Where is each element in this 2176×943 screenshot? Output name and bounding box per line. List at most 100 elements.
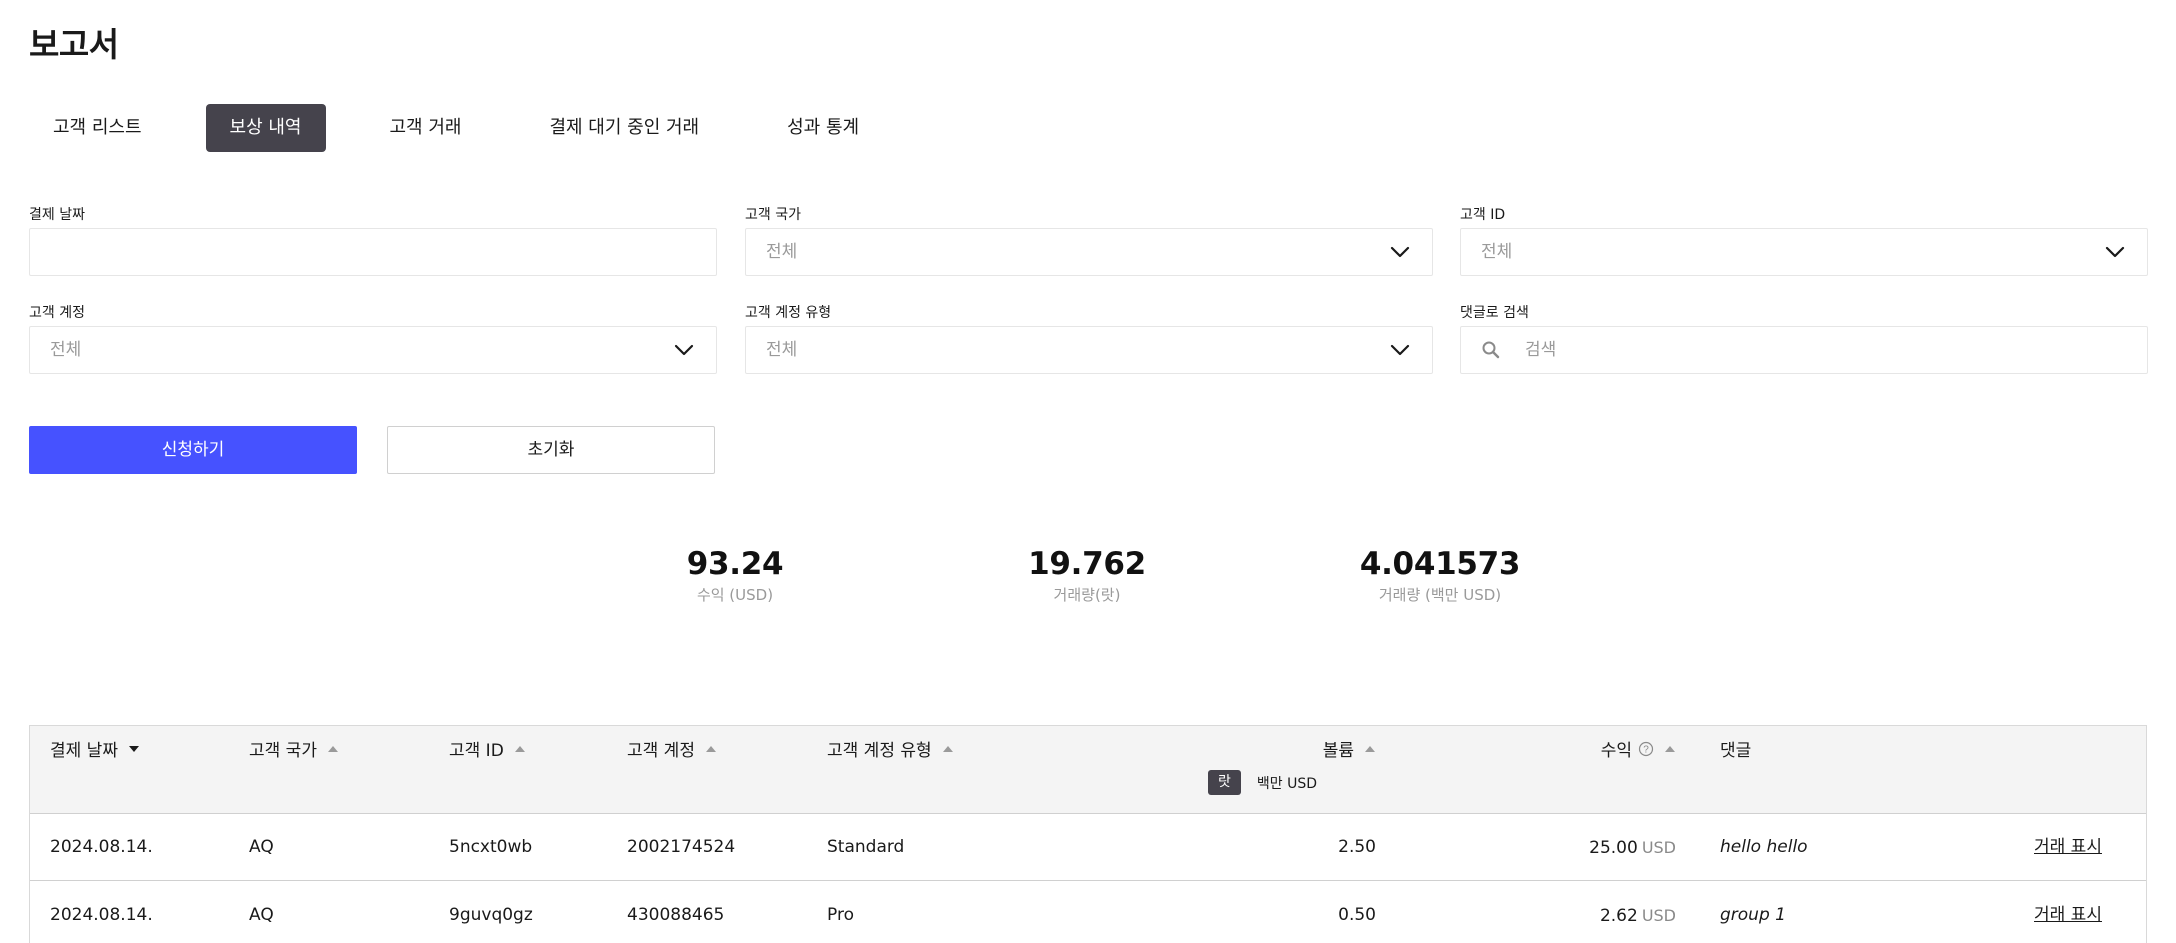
tab-client-trades[interactable]: 고객 거래 [366, 104, 486, 152]
stat-volume-lots-label: 거래량(랏) [1053, 586, 1121, 604]
cell-revenue-value: 2.62 [1599, 906, 1638, 926]
chevron-down-icon [2103, 229, 2127, 275]
comment-search-input[interactable]: 검색 [1460, 326, 2148, 374]
cell-account: 430088465 [627, 905, 725, 925]
search-icon [1481, 327, 1503, 373]
stat-volume-usd-label: 거래량 (백만 USD) [1378, 586, 1502, 604]
client-account-type-value: 전체 [766, 340, 798, 360]
stat-volume-lots: 19.762 거래량(랏) [987, 546, 1187, 605]
comment-search-label: 댓글로 검색 [1460, 305, 1529, 321]
column-header-date-label: 결제 날짜 [50, 741, 118, 761]
tab-reward-history[interactable]: 보상 내역 [205, 104, 326, 152]
column-header-client-id[interactable]: 고객 ID [449, 736, 526, 761]
settlement-date-label: 결제 날짜 [29, 207, 85, 223]
cell-country: AQ [249, 837, 274, 857]
client-account-value: 전체 [50, 340, 82, 360]
client-account-type-select[interactable]: 전체 [745, 326, 1433, 374]
stat-revenue: 93.24 수익 (USD) [635, 546, 835, 605]
client-country-label: 고객 국가 [745, 207, 801, 223]
cell-account: 2002174524 [627, 837, 736, 857]
cell-country: AQ [249, 905, 274, 925]
chevron-down-icon [672, 327, 696, 373]
unit-usd-button[interactable]: 백만 USD [1257, 773, 1317, 793]
show-trades-link[interactable]: 거래 표시 [2034, 814, 2102, 881]
tab-performance-stats[interactable]: 성과 통계 [763, 104, 883, 152]
stat-volume-usd-value: 4.041573 [1359, 546, 1521, 582]
stat-revenue-label: 수익 (USD) [696, 586, 774, 604]
sort-asc-icon [327, 745, 339, 753]
volume-unit-toggle: 랏 백만 USD [1208, 770, 1317, 795]
cell-revenue-currency: USD [1641, 838, 1676, 857]
cell-date: 2024.08.14. [50, 837, 153, 857]
column-header-client-id-label: 고객 ID [449, 741, 504, 761]
question-circle-icon[interactable]: ? [1638, 741, 1654, 757]
column-header-account-type[interactable]: 고객 계정 유형 [827, 736, 954, 761]
column-header-country[interactable]: 고객 국가 [249, 736, 339, 761]
column-header-account[interactable]: 고객 계정 [627, 736, 717, 761]
chevron-down-icon [1388, 229, 1412, 275]
client-country-value: 전체 [766, 242, 798, 262]
page-title: 보고서 [29, 25, 119, 64]
reward-history-table: 결제 날짜 고객 국가 고객 ID 고객 계정 고객 계정 유형 볼륨 랏 백만… [29, 725, 2147, 943]
column-header-volume-label: 볼륨 [1322, 741, 1354, 761]
client-account-type-label: 고객 계정 유형 [745, 305, 832, 321]
client-account-filter: 고객 계정 전체 [29, 302, 717, 376]
client-account-select[interactable]: 전체 [29, 326, 717, 374]
column-header-date[interactable]: 결제 날짜 [50, 736, 140, 761]
cell-revenue: 2.62 USD [1510, 882, 1676, 943]
sort-asc-icon [705, 745, 717, 753]
cell-account-type: Standard [827, 837, 905, 857]
cell-volume: 2.50 [1338, 837, 1376, 857]
column-header-comment: 댓글 [1720, 736, 1751, 761]
stat-volume-usd: 4.041573 거래량 (백만 USD) [1320, 546, 1560, 605]
column-header-revenue[interactable]: 수익 ? [1510, 736, 1676, 761]
reset-button[interactable]: 초기화 [387, 426, 715, 474]
cell-comment: hello hello [1720, 837, 1808, 857]
unit-lot-button[interactable]: 랏 [1208, 770, 1241, 795]
column-header-account-label: 고객 계정 [627, 741, 695, 761]
apply-button[interactable]: 신청하기 [29, 426, 357, 474]
client-id-select[interactable]: 전체 [1460, 228, 2148, 276]
sort-asc-icon [1664, 745, 1676, 753]
show-trades-link[interactable]: 거래 표시 [2034, 882, 2102, 943]
column-header-country-label: 고객 국가 [249, 741, 317, 761]
column-header-account-type-label: 고객 계정 유형 [827, 741, 932, 761]
reports-page: 보고서 고객 리스트 보상 내역 고객 거래 결제 대기 중인 거래 성과 통계… [0, 0, 2176, 943]
stat-revenue-value: 93.24 [686, 546, 784, 582]
chevron-down-icon [1388, 327, 1412, 373]
report-tabs: 고객 리스트 보상 내역 고객 거래 결제 대기 중인 거래 성과 통계 [29, 104, 923, 152]
client-id-label: 고객 ID [1460, 207, 1506, 223]
client-id-filter: 고객 ID 전체 [1460, 204, 2148, 278]
comment-search-filter: 댓글로 검색 검색 [1460, 302, 2148, 376]
cell-date: 2024.08.14. [50, 905, 153, 925]
tab-pending-trades[interactable]: 결제 대기 중인 거래 [525, 104, 723, 152]
client-country-filter: 고객 국가 전체 [745, 204, 1433, 278]
table-row: 2024.08.14. AQ 5ncxt0wb 2002174524 Stand… [30, 814, 2146, 881]
settlement-date-input[interactable] [29, 228, 717, 276]
stat-volume-lots-value: 19.762 [1028, 546, 1146, 582]
tab-client-list[interactable]: 고객 리스트 [29, 104, 166, 152]
comment-search-placeholder: 검색 [1525, 340, 1557, 360]
sort-asc-icon [942, 745, 954, 753]
cell-revenue-currency: USD [1641, 906, 1676, 925]
sort-asc-icon [514, 745, 526, 753]
cell-account-type: Pro [827, 905, 854, 925]
client-country-select[interactable]: 전체 [745, 228, 1433, 276]
table-row: 2024.08.14. AQ 9guvq0gz 430088465 Pro 0.… [30, 882, 2146, 943]
column-header-comment-label: 댓글 [1720, 741, 1752, 761]
cell-revenue: 25.00 USD [1510, 814, 1676, 882]
client-account-type-filter: 고객 계정 유형 전체 [745, 302, 1433, 376]
cell-volume: 0.50 [1338, 905, 1376, 925]
column-header-revenue-label: 수익 [1600, 741, 1632, 761]
client-account-label: 고객 계정 [29, 305, 85, 321]
cell-client-id: 5ncxt0wb [449, 837, 533, 857]
table-header: 결제 날짜 고객 국가 고객 ID 고객 계정 고객 계정 유형 볼륨 랏 백만… [30, 726, 2146, 814]
settlement-date-filter: 결제 날짜 [29, 204, 717, 278]
client-id-value: 전체 [1481, 242, 1513, 262]
cell-comment: group 1 [1720, 905, 1786, 925]
column-header-volume[interactable]: 볼륨 [1230, 736, 1376, 761]
sort-desc-icon [128, 745, 140, 753]
cell-client-id: 9guvq0gz [449, 905, 533, 925]
sort-asc-icon [1364, 745, 1376, 753]
cell-revenue-value: 25.00 [1589, 838, 1638, 858]
